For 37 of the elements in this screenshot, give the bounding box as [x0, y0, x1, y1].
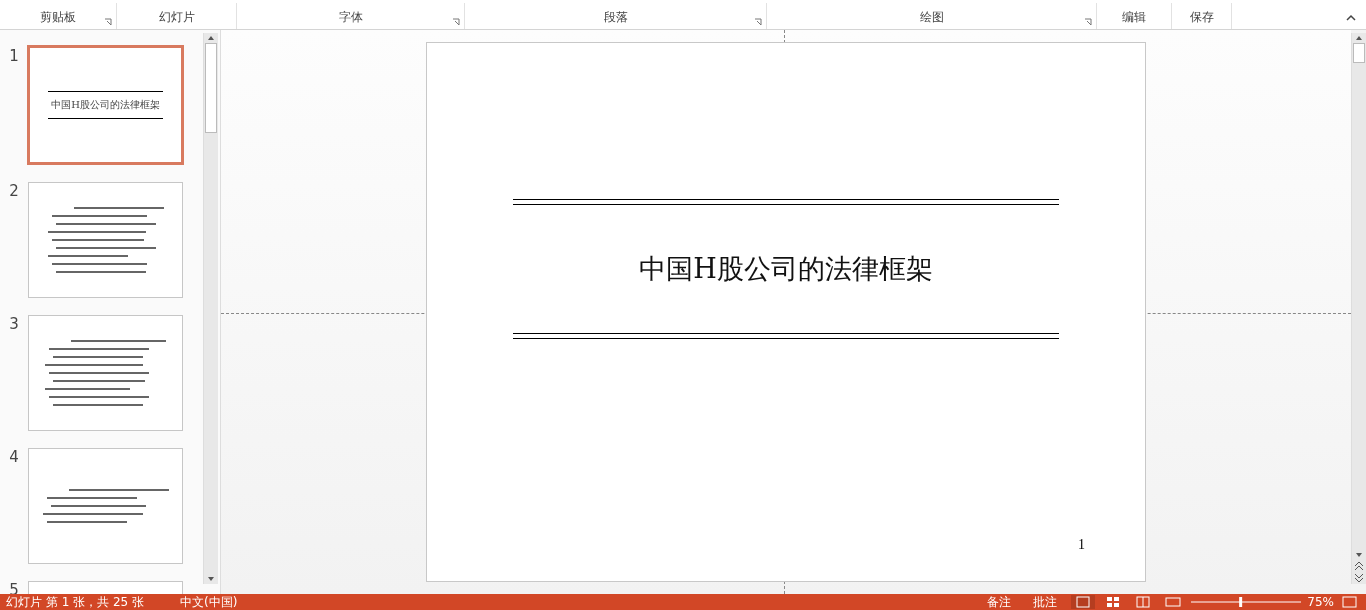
collapse-ribbon-icon[interactable] [1346, 14, 1356, 21]
slide-thumbnail[interactable]: 中国H股公司的法律框架 [27, 45, 184, 165]
ribbon-group-label: 剪贴板 [40, 9, 76, 26]
ribbon-group-label: 幻灯片 [158, 9, 195, 26]
dialog-launcher-icon[interactable] [452, 18, 460, 26]
slide-number: 2 [8, 182, 20, 200]
notes-button[interactable]: 备注 [979, 593, 1020, 610]
ribbon-group-label: 段落 [603, 9, 628, 26]
comments-button[interactable]: 批注 [1025, 593, 1066, 610]
normal-view-icon[interactable] [1071, 595, 1096, 609]
dialog-launcher-icon[interactable] [104, 18, 112, 26]
language-indicator[interactable]: 中文(中国) [180, 593, 238, 610]
scroll-thumb[interactable] [205, 43, 217, 133]
previous-slide-icon[interactable] [1353, 560, 1365, 572]
editor-scrollbar[interactable] [1351, 33, 1366, 584]
dialog-launcher-icon[interactable] [754, 18, 762, 26]
ribbon-group-label: 保存 [1189, 9, 1214, 26]
next-slide-icon[interactable] [1353, 572, 1365, 584]
thumbnail-title: 中国H股公司的法律框架 [51, 98, 160, 112]
zoom-slider-thumb[interactable] [1239, 597, 1243, 607]
zoom-level[interactable]: 75% [1307, 595, 1334, 609]
zoom-slider[interactable] [1191, 595, 1302, 609]
slide-count: 幻灯片 第 1 张，共 25 张 [6, 594, 144, 610]
slide-number: 1 [8, 47, 20, 65]
scroll-thumb[interactable] [1353, 43, 1365, 63]
dialog-launcher-icon[interactable] [1084, 18, 1092, 26]
page-number: 1 [1078, 537, 1085, 553]
slide-number: 3 [8, 315, 20, 333]
slide-title: 中国H股公司的法律框架 [639, 252, 933, 286]
slide-thumbnail[interactable] [28, 315, 183, 431]
slide-thumbnail[interactable] [28, 448, 183, 564]
ribbon-group-label: 字体 [338, 9, 363, 26]
slide-thumbnail[interactable] [28, 182, 183, 298]
ribbon-group-label: 绘图 [919, 9, 944, 26]
ribbon-group-label: 编辑 [1122, 9, 1146, 26]
slide-number: 4 [8, 448, 20, 466]
thumbnail-scrollbar[interactable] [203, 33, 218, 584]
